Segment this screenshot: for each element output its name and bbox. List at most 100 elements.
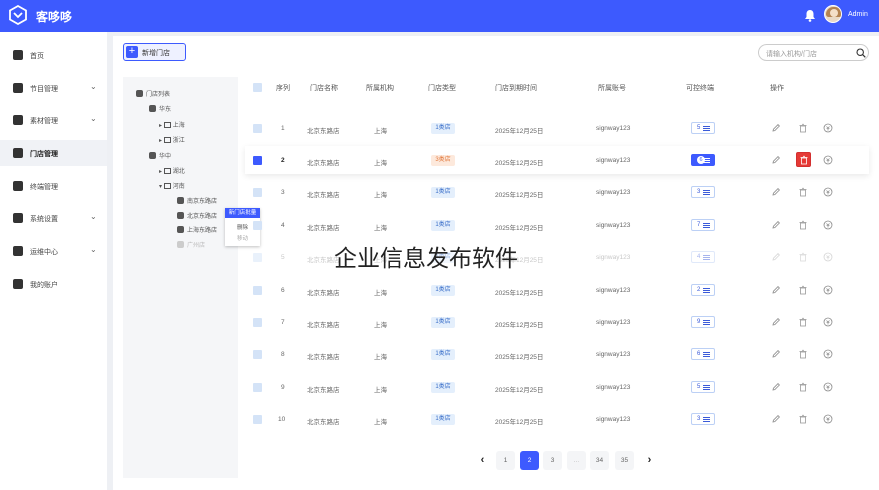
page-button[interactable]: 35 [615,451,634,470]
row-checkbox[interactable] [253,350,262,359]
cell-expire-date: 2025年12月25日 [495,322,544,329]
next-page-button[interactable]: › [640,451,659,470]
renew-icon[interactable] [823,123,833,133]
renew-icon[interactable] [823,187,833,197]
tree-node-hubei[interactable]: ▸ 湖北 [159,166,185,175]
terminal-count-button[interactable]: 6 [691,154,715,166]
terminal-count-button[interactable]: 5 [691,122,715,134]
edit-icon[interactable] [771,123,781,133]
edit-icon[interactable] [771,414,781,424]
tree-node-store[interactable]: 北京东路店 [177,211,217,220]
edit-icon[interactable] [771,187,781,197]
column-header: 门店类型 [428,85,456,92]
cell-index: 2 [281,157,285,164]
trash-icon[interactable] [798,220,808,230]
tree-node-zhejiang[interactable]: ▸ 浙江 [159,135,185,144]
trash-icon[interactable] [798,252,808,262]
page-button-current[interactable]: 2 [520,451,539,470]
sidebar-item-ops[interactable]: 运维中心 ⌄ [0,238,107,264]
tree-node-store[interactable]: 上海东路店 [177,225,217,234]
trash-icon[interactable] [798,187,808,197]
trash-icon[interactable] [798,317,808,327]
search-icon[interactable] [856,48,866,58]
trash-icon[interactable] [798,123,808,133]
tree-node-shanghai[interactable]: ▸ 上海 [159,120,185,129]
trash-icon[interactable] [798,414,808,424]
user-name[interactable]: Admin [848,11,868,18]
tree-node-henan[interactable]: ▾ 河南 [159,181,185,190]
edit-icon[interactable] [771,317,781,327]
renew-icon[interactable] [823,285,833,295]
tree-node-store[interactable]: 南京东路店 [177,196,217,205]
terminal-count-button[interactable]: 6 [691,348,715,360]
select-all-checkbox[interactable] [253,83,262,92]
edit-icon[interactable] [771,252,781,262]
row-checkbox[interactable] [253,383,262,392]
list-icon [703,158,710,163]
renew-icon[interactable] [823,220,833,230]
logo-icon [9,5,27,25]
tree-node-huadong[interactable]: 华东 [149,104,171,113]
renew-icon[interactable] [823,317,833,327]
terminal-count: 2 [697,287,701,293]
cell-expire-date: 2025年12月25日 [495,419,544,426]
bell-icon[interactable] [804,9,816,22]
page-button[interactable]: 3 [543,451,562,470]
renew-icon[interactable] [823,252,833,262]
row-checkbox[interactable] [253,318,262,327]
tree-root[interactable]: 门店列表 [136,89,170,98]
edit-icon[interactable] [771,155,781,165]
renew-icon[interactable] [823,414,833,424]
add-store-button[interactable]: + 新增门店 [123,43,186,61]
sidebar-item-home[interactable]: 首页 [0,42,107,68]
sidebar-item-settings[interactable]: 系统设置 ⌄ [0,205,107,231]
row-checkbox[interactable] [253,188,262,197]
edit-icon[interactable] [771,349,781,359]
sidebar-item-stores[interactable]: 门店管理 [0,140,107,166]
terminal-count-button[interactable]: 3 [691,413,715,425]
row-checkbox[interactable] [253,124,262,133]
cell-expire-date: 2025年12月25日 [495,128,544,135]
context-menu-new-batch[interactable]: 新门店批量 [225,208,260,218]
terminal-count-button[interactable]: 3 [691,186,715,198]
edit-icon[interactable] [771,220,781,230]
trash-icon[interactable] [798,285,808,295]
renew-icon[interactable] [823,349,833,359]
delete-button-active[interactable] [796,152,811,167]
terminal-count-button[interactable]: 5 [691,381,715,393]
terminal-count: 3 [697,189,701,195]
renew-icon[interactable] [823,155,833,165]
search-input[interactable]: 请输入机构/门店 [758,44,869,61]
page-button[interactable]: 34 [590,451,609,470]
cell-index: 7 [281,319,285,326]
sidebar-item-terminals[interactable]: 终端管理 [0,173,107,199]
edit-icon[interactable] [771,285,781,295]
tree-node-huazhong[interactable]: 华中 [149,151,171,160]
cell-store-name: 北京东路店 [307,225,340,232]
terminal-count-button[interactable]: 7 [691,219,715,231]
row-checkbox[interactable] [253,156,262,165]
terminal-count-button[interactable]: 4 [691,251,715,263]
terminal-count-button[interactable]: 2 [691,284,715,296]
row-checkbox[interactable] [253,415,262,424]
sidebar-item-materials[interactable]: 素材管理 ⌄ [0,107,107,133]
terminal-count-button[interactable]: 9 [691,316,715,328]
renew-icon[interactable] [823,382,833,392]
sidebar-item-program[interactable]: 节目管理 ⌄ [0,75,107,101]
trash-icon[interactable] [798,349,808,359]
prev-page-button[interactable]: ‹ [473,451,492,470]
trash-icon[interactable] [798,382,808,392]
row-checkbox[interactable] [253,221,262,230]
context-menu-move[interactable]: 移动 [225,234,260,242]
avatar[interactable] [824,5,842,23]
cell-index: 9 [281,384,285,391]
row-checkbox[interactable] [253,286,262,295]
cell-expire-date: 2025年12月25日 [495,192,544,199]
tree-node-store[interactable]: 广州店 [177,240,205,249]
page-button[interactable]: 1 [496,451,515,470]
sidebar-item-account[interactable]: 我的账户 [0,271,107,297]
row-checkbox[interactable] [253,253,262,262]
edit-icon[interactable] [771,382,781,392]
column-header: 操作 [770,85,784,92]
cell-index: 10 [278,416,286,423]
